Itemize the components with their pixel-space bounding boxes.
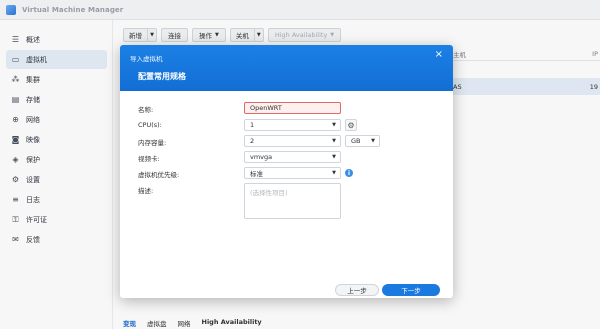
chevron-down-icon: ▼	[332, 170, 336, 176]
memory-label: 内存容量:	[138, 139, 167, 147]
memory-unit-select[interactable]: GB ▼	[345, 135, 380, 147]
description-textarea[interactable]: (选择性项目)	[244, 183, 341, 219]
next-step-button[interactable]: 下一步	[382, 284, 440, 296]
chevron-down-icon: ▼	[332, 122, 336, 128]
chevron-down-icon: ▼	[332, 154, 336, 160]
video-card-select[interactable]: vmvga ▼	[244, 151, 341, 163]
name-label: 名称:	[138, 106, 154, 114]
close-icon[interactable]: ×	[435, 50, 443, 60]
cpu-settings-button[interactable]: ⚙	[345, 119, 357, 131]
previous-step-button[interactable]: 上一步	[335, 284, 379, 296]
priority-select[interactable]: 标准 ▼	[244, 167, 341, 179]
dialog-footer: 上一步 下一步	[120, 275, 453, 298]
cpu-select[interactable]: 1 ▼	[244, 119, 341, 131]
chevron-down-icon: ▼	[332, 138, 336, 144]
dialog-window-title: 导入虚拟机	[130, 55, 163, 63]
video-card-value: vmvga	[250, 153, 273, 161]
cpu-value: 1	[250, 121, 255, 129]
name-value: OpenWRT	[250, 104, 282, 112]
chevron-down-icon: ▼	[371, 138, 375, 144]
memory-value: 2	[250, 137, 255, 145]
name-field[interactable]: OpenWRT	[244, 102, 341, 114]
import-vm-dialog: 导入虚拟机 × 配置常用规格 名称: OpenWRT CPU(s): 1 ▼ ⚙…	[120, 45, 453, 298]
memory-select[interactable]: 2 ▼	[244, 135, 341, 147]
description-label: 描述:	[138, 187, 154, 195]
priority-label: 虚拟机优先级:	[138, 171, 180, 179]
info-icon[interactable]: i	[345, 169, 353, 177]
dialog-header: 导入虚拟机 × 配置常用规格	[120, 45, 453, 91]
memory-unit-value: GB	[351, 137, 361, 145]
video-card-label: 视频卡:	[138, 155, 160, 163]
dialog-title: 配置常用规格	[138, 72, 186, 81]
priority-value: 标准	[250, 170, 263, 178]
gear-icon: ⚙	[347, 120, 355, 130]
cpu-label: CPU(s):	[138, 121, 162, 129]
